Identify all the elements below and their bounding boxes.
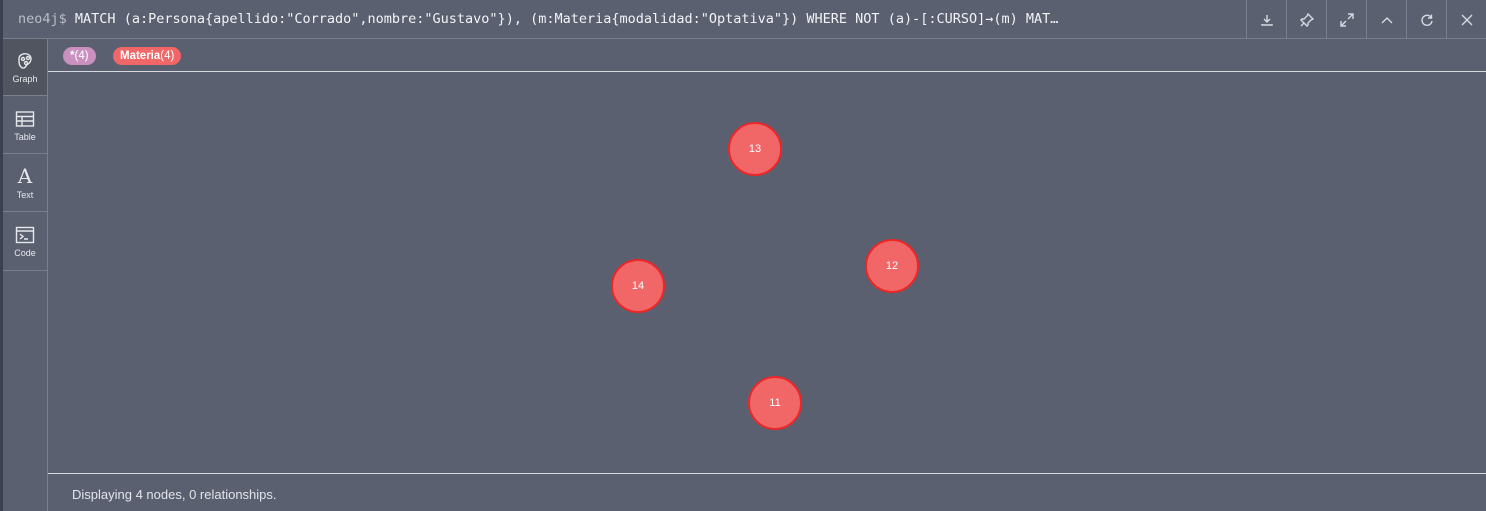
sidebar-item-label: Text — [16, 190, 34, 200]
graph-canvas[interactable]: 13 12 14 11 — [48, 72, 1486, 473]
graph-node-caption: 14 — [631, 280, 645, 292]
legend-pill-materia-count: (4) — [160, 50, 175, 62]
collapse-icon — [1381, 16, 1392, 23]
graph-node-caption: 11 — [769, 397, 781, 409]
status-bar: Displaying 4 nodes, 0 relationships. — [48, 473, 1486, 511]
query-text[interactable]: MATCH (a:Persona{apellido:"Corrado",nomb… — [75, 11, 1058, 27]
sidebar-item-graph[interactable]: Graph — [3, 39, 47, 96]
rerun-icon — [1420, 14, 1433, 26]
pin-button[interactable] — [1286, 0, 1326, 39]
download-button[interactable] — [1246, 0, 1286, 39]
query-prompt: neo4j$ — [18, 11, 67, 27]
pin-icon — [1299, 12, 1314, 27]
sidebar-item-code[interactable]: Code — [3, 213, 47, 271]
text-icon: A — [17, 164, 33, 188]
view-sidebar: Graph Table A Text Code — [3, 39, 48, 511]
graph-node[interactable]: 12 — [865, 239, 919, 293]
query-editor[interactable]: neo4j$ MATCH (a:Persona{apellido:"Corrad… — [18, 11, 1228, 27]
sidebar-item-text[interactable]: A Text — [3, 155, 47, 212]
expand-icon — [1339, 12, 1354, 27]
query-bar: neo4j$ MATCH (a:Persona{apellido:"Corrad… — [3, 0, 1486, 39]
graph-node-caption: 12 — [885, 260, 899, 272]
fullscreen-button[interactable] — [1326, 0, 1366, 39]
sidebar-item-label: Graph — [12, 74, 38, 84]
download-icon — [1260, 14, 1273, 26]
sidebar-item-table[interactable]: Table — [3, 97, 47, 154]
code-icon — [15, 226, 35, 244]
close-button[interactable] — [1446, 0, 1486, 39]
legend-pill-all[interactable]: *(4) — [63, 47, 96, 65]
frame-actions — [1246, 0, 1486, 39]
legend-pill-materia-label: Materia — [120, 50, 161, 62]
graph-node-caption: 13 — [748, 143, 762, 155]
rerun-button[interactable] — [1406, 0, 1446, 39]
sidebar-item-label: Table — [14, 132, 36, 142]
legend-pill-materia[interactable]: Materia(4) — [113, 47, 182, 65]
legend-pill-all-count: (4) — [74, 50, 89, 62]
collapse-button[interactable] — [1366, 0, 1406, 39]
graph-node[interactable]: 14 — [611, 259, 665, 313]
graph-icon — [18, 53, 32, 69]
sidebar-item-label: Code — [14, 248, 36, 258]
graph-node[interactable]: 11 — [748, 376, 802, 430]
close-icon — [1461, 14, 1472, 25]
status-text: Displaying 4 nodes, 0 relationships. — [72, 487, 277, 502]
graph-node[interactable]: 13 — [728, 122, 782, 176]
table-icon — [15, 111, 35, 127]
label-legend: *(4) Materia(4) — [48, 39, 1486, 72]
